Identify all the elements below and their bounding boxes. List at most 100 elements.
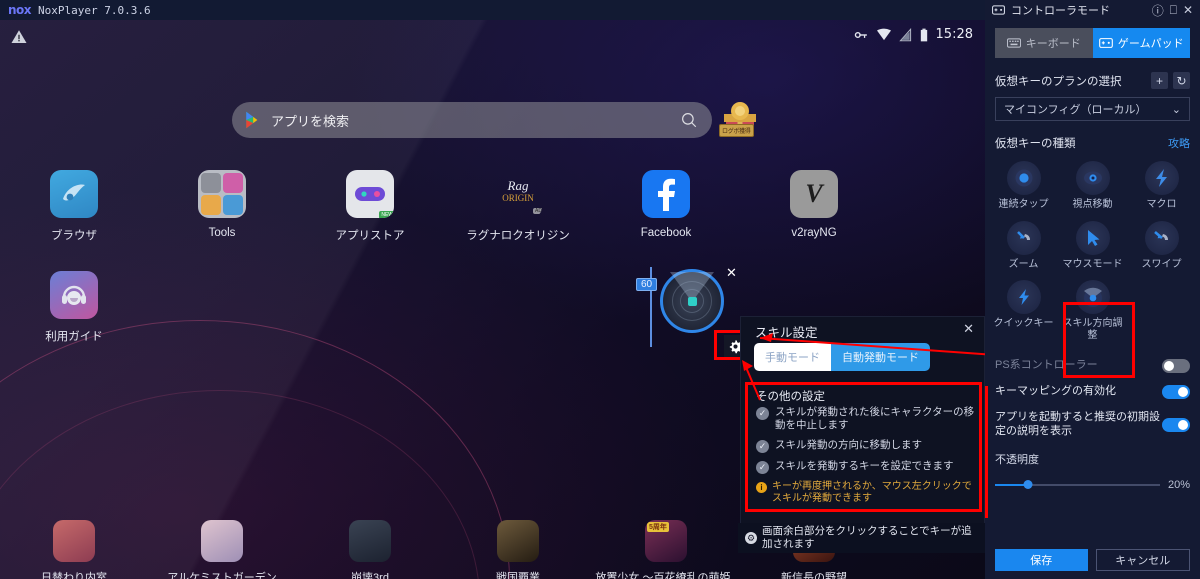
check-label: スキル発動の方向に移動します (775, 439, 922, 452)
search-icon[interactable] (680, 111, 698, 129)
popup-title: スキル設定 (755, 326, 818, 340)
save-button[interactable]: 保存 (995, 549, 1088, 571)
nox-logo-icon: nox (8, 3, 32, 17)
minimize-icon[interactable]: ⎕ (1170, 3, 1177, 18)
panel-footer: 保存 キャンセル (985, 549, 1200, 571)
option-keymapping[interactable]: キーマッピングの有効化 (985, 385, 1200, 399)
swipe-icon (1144, 220, 1179, 255)
app-user-guide[interactable]: 利用ガイド (0, 271, 148, 344)
play-store-icon (246, 111, 258, 129)
v2rayng-icon: V (790, 170, 838, 218)
joystick-circle[interactable] (660, 269, 724, 333)
toggle-startup-tips[interactable] (1162, 417, 1190, 432)
check-icon: ✓ (756, 440, 769, 454)
info-icon: ⚙ (745, 532, 757, 544)
vpn-key-icon (854, 31, 867, 38)
dock-item[interactable]: 5周年 放置少女 〜百花繚乱の萌姫.. (592, 520, 740, 579)
user-guide-icon (50, 271, 98, 319)
guide-link[interactable]: 攻略 (1168, 135, 1190, 151)
plus-icon[interactable]: + (1151, 72, 1168, 89)
zoom-icon (1006, 220, 1041, 255)
toggle-ps-controller[interactable] (1162, 359, 1190, 373)
view-move-icon (1075, 161, 1110, 195)
kind-rapid-tap[interactable]: 連続タップ (989, 157, 1058, 217)
close-icon[interactable]: ✕ (963, 321, 974, 337)
ragnarok-origin-icon: Rag ORIGIN AD (494, 170, 542, 218)
dock-item[interactable]: アルケミストガーデン (148, 520, 296, 579)
mode-toggle-group[interactable]: 手動モード 自動発動モード (754, 343, 930, 371)
search-input[interactable]: アプリを検索 (232, 102, 712, 138)
app-label: アプリストア (335, 230, 405, 242)
opacity-slider-knob[interactable] (1023, 479, 1033, 489)
new-badge: NEW (379, 211, 394, 218)
skill-settings-popup[interactable]: スキル設定 ✕ 手動モード 自動発動モード その他の設定 ✓ スキルが発動された… (740, 316, 985, 531)
kind-mouse-mode[interactable]: マウスモード (1058, 217, 1127, 277)
check-item: ✓ スキル発動の方向に移動します (756, 439, 978, 454)
kind-zoom[interactable]: ズーム (989, 217, 1058, 277)
wifi-icon (876, 28, 891, 40)
check-item: ✓ スキルを発動するキーを設定できます (756, 460, 978, 475)
gamepad-icon (1099, 38, 1113, 48)
app-tools[interactable]: Tools (148, 170, 296, 243)
app-ragnarok[interactable]: Rag ORIGIN AD ラグナロクオリジン (444, 170, 592, 243)
tab-gamepad[interactable]: ゲームパッド (1092, 28, 1190, 58)
other-settings-highlight-box: その他の設定 ✓ スキルが発動された後にキャラクターの移動を中止します ✓ スキ… (745, 382, 982, 512)
status-clock: 15:28 (935, 27, 973, 42)
kind-swipe[interactable]: スワイプ (1127, 217, 1196, 277)
browser-icon (50, 170, 98, 218)
widget-size-value: 60 (636, 278, 658, 291)
chevron-down-icon: ⌄ (1171, 103, 1181, 116)
option-label: アプリを起動すると推奨の初期設定の説明を表示 (995, 411, 1160, 437)
controller-panel: コントローラモード ⓘ ⎕ ✕ キーボード ゲームパッド 仮想キーのプランの選択… (985, 0, 1200, 579)
history-icon[interactable]: ↻ (1173, 72, 1190, 89)
kind-label: クイックキー (993, 318, 1054, 329)
dock-item[interactable]: 崩壊3rd (296, 520, 444, 579)
ad-badge: AD (533, 208, 542, 214)
opacity-slider[interactable] (995, 479, 1160, 489)
add-key-hint: ⚙ 画面余白部分をクリックすることでキーが追加されます (738, 523, 985, 553)
android-screen[interactable]: 15:28 アプリを検索 ログボ獲得 ブラウザ Tools NEW アプリストア… (0, 20, 985, 579)
screen-root: nox NoxPlayer 7.0.3.6 15:28 アプリを検索 ログボ獲得… (0, 0, 1200, 579)
battery-icon (920, 28, 927, 41)
panel-title: コントローラモード (1011, 5, 1110, 17)
close-icon[interactable]: ✕ (726, 265, 737, 281)
dock-item[interactable]: 日替わり内室 (0, 520, 148, 579)
dock-label: 放置少女 〜百花繚乱の萌姫.. (595, 572, 737, 579)
toggle-keymapping[interactable] (1162, 385, 1190, 399)
app-facebook[interactable]: Facebook (592, 170, 740, 243)
status-bar-icons: 15:28 (853, 27, 973, 42)
mode-auto-button[interactable]: 自動発動モード (831, 343, 930, 371)
skill-direction-highlight-box (1063, 302, 1135, 378)
dock-label: アルケミストガーデン (167, 572, 277, 579)
app-v2rayng[interactable]: V v2rayNG (740, 170, 888, 243)
mode-manual-button[interactable]: 手動モード (754, 343, 831, 371)
close-icon[interactable]: ✕ (1183, 3, 1193, 17)
app-label: 利用ガイド (45, 331, 103, 343)
plan-section-header: 仮想キーのプランの選択 + ↻ (985, 72, 1200, 89)
game-icon-4 (497, 520, 539, 562)
option-startup-tips[interactable]: アプリを起動すると推奨の初期設定の説明を表示 (985, 411, 1200, 439)
cancel-button[interactable]: キャンセル (1095, 549, 1190, 571)
opacity-label: 不透明度 (995, 453, 1039, 466)
tab-keyboard[interactable]: キーボード (995, 28, 1093, 58)
plan-select[interactable]: マイコンフィグ（ローカル） ⌄ (995, 97, 1190, 121)
help-circle-icon[interactable]: ⓘ (1152, 2, 1164, 19)
app-browser[interactable]: ブラウザ (0, 170, 148, 243)
app-appstore[interactable]: NEW アプリストア (296, 170, 444, 243)
app-store-icon: NEW (346, 170, 394, 218)
opacity-slider-row[interactable]: 20% (985, 479, 1200, 491)
kind-label: 視点移動 (1072, 199, 1113, 210)
kind-quick-key[interactable]: クイックキー (989, 276, 1058, 347)
kind-macro[interactable]: マクロ (1127, 157, 1196, 217)
kind-view-move[interactable]: 視点移動 (1058, 157, 1127, 217)
kind-label: 連続タップ (998, 199, 1049, 210)
option-label: キーマッピングの有効化 (995, 385, 1116, 398)
kind-label: ズーム (1008, 258, 1039, 270)
panel-header: コントローラモード ⓘ ⎕ ✕ (985, 0, 1200, 20)
app-row-1: ブラウザ Tools NEW アプリストア Rag ORIGIN AD ラグナロ… (0, 170, 985, 243)
gamepad-icon (992, 5, 1005, 15)
dock-item[interactable]: 戦国覇業 (444, 520, 592, 579)
plan-select-value: マイコンフィグ（ローカル） (1004, 104, 1147, 116)
app-label: ラグナロクオリジン (466, 230, 570, 242)
settings-check-list: ✓ スキルが発動された後にキャラクターの移動を中止します ✓ スキル発動の方向に… (756, 406, 978, 505)
